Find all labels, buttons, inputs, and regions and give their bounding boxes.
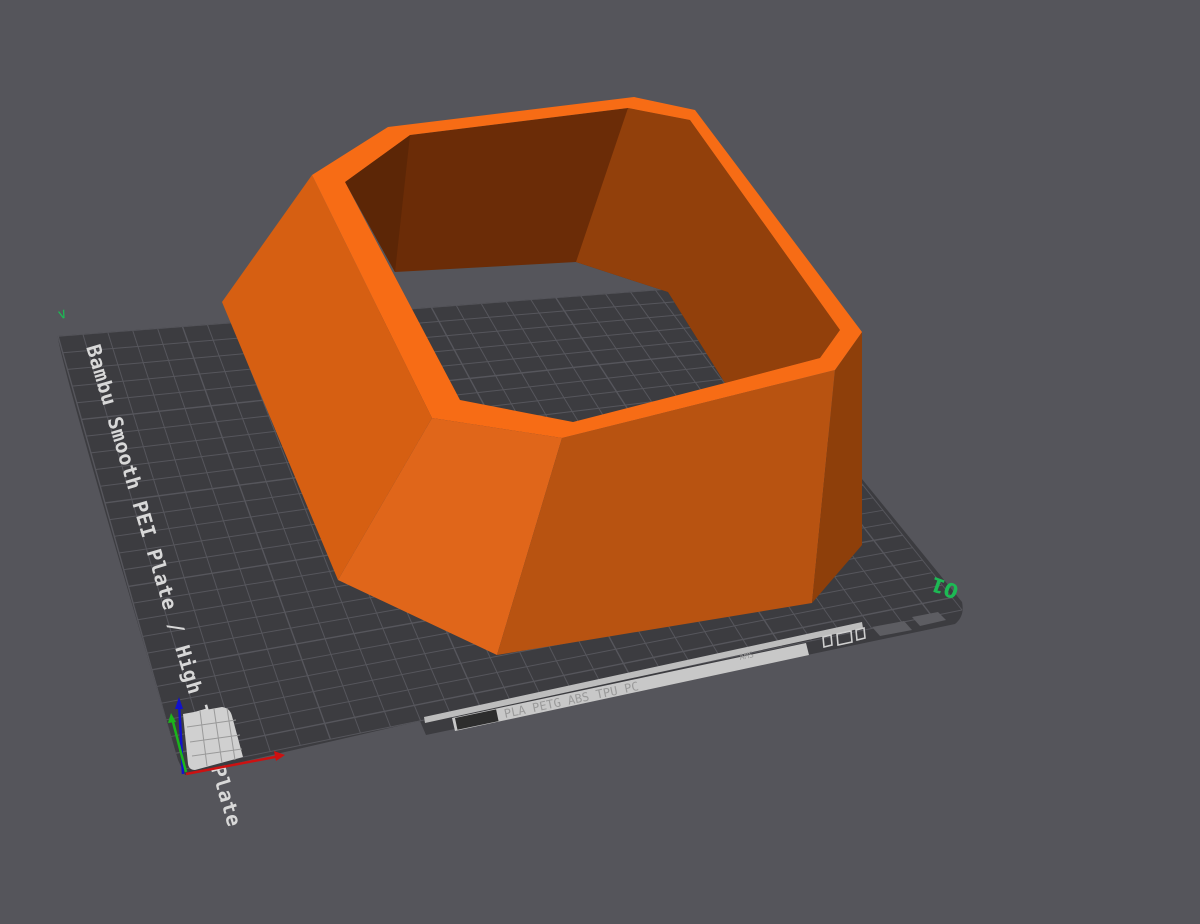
3d-viewport[interactable]: Bambu Smooth PEI Plate / High Temp Plate… <box>0 0 1200 924</box>
3d-scene[interactable]: Bambu Smooth PEI Plate / High Temp Plate… <box>0 0 1200 924</box>
corner-marker: ∨ <box>55 305 70 324</box>
